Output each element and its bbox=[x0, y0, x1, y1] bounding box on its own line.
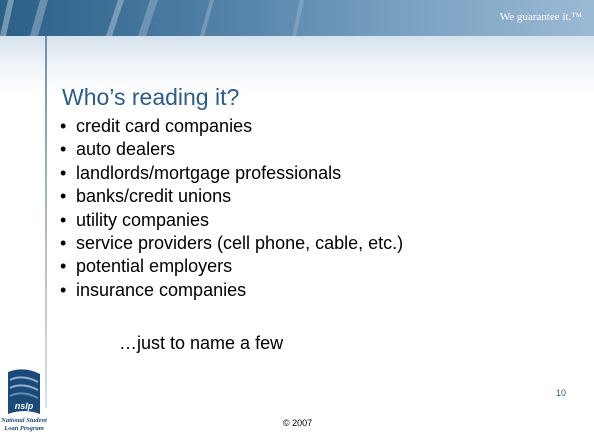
bullet-list: • credit card companies • auto dealers • la… bbox=[60, 115, 403, 302]
bullet-text: auto dealers bbox=[76, 139, 176, 160]
bullet-glyph: • bbox=[60, 232, 67, 253]
slide-title: Who’s reading it? bbox=[62, 84, 240, 110]
tagline: We guarantee it.™ bbox=[499, 11, 582, 23]
bullet-text: credit card companies bbox=[76, 116, 253, 136]
bullet-item: • landlords/mortgage professionals bbox=[60, 162, 403, 185]
bullet-item: • service providers (cell phone, cable, e… bbox=[60, 232, 403, 255]
bullet-text: service providers (cell phone, cable, et… bbox=[76, 232, 404, 253]
bullet-text: utility companies bbox=[76, 209, 210, 230]
logo-name-line2: Loan Program bbox=[4, 425, 44, 432]
bullet-text: landlords/mortgage professionals bbox=[76, 162, 342, 183]
bullet-text: banks/credit unions bbox=[76, 186, 232, 207]
bullet-glyph: • bbox=[60, 279, 67, 300]
bullet-glyph: • bbox=[60, 139, 67, 160]
bullet-glyph: • bbox=[60, 116, 67, 136]
logo-mark-text: nslp bbox=[15, 401, 34, 411]
bullet-item: • auto dealers bbox=[60, 138, 403, 161]
left-rule bbox=[45, 36, 47, 408]
slide: We guarantee it.™ Who’s reading it? • cre… bbox=[0, 0, 594, 444]
closing-text: …just to name a few bbox=[119, 333, 284, 353]
bullet-glyph: • bbox=[60, 162, 67, 183]
copyright: © 2007 bbox=[283, 418, 313, 428]
bullet-item: • utility companies bbox=[60, 209, 403, 232]
bullet-item: • potential employers bbox=[60, 255, 403, 278]
bullet-text: insurance companies bbox=[76, 279, 247, 300]
nslp-logo: nslp National Student Loan Program bbox=[0, 368, 48, 444]
bullet-glyph: • bbox=[60, 186, 67, 207]
bullet-glyph: • bbox=[60, 209, 67, 230]
page-number: 10 bbox=[556, 388, 567, 398]
logo-name: National Student Loan Program bbox=[0, 417, 48, 433]
bullet-item: • credit card companies bbox=[60, 115, 403, 138]
bullet-glyph: • bbox=[60, 256, 67, 277]
logo-mark-icon: nslp bbox=[8, 369, 40, 414]
header-band: We guarantee it.™ bbox=[0, 0, 594, 36]
bullet-item: • banks/credit unions bbox=[60, 185, 403, 208]
bullet-text: potential employers bbox=[76, 256, 233, 277]
bullet-item: • insurance companies bbox=[60, 279, 403, 302]
logo-name-line1: National Student bbox=[1, 417, 47, 424]
